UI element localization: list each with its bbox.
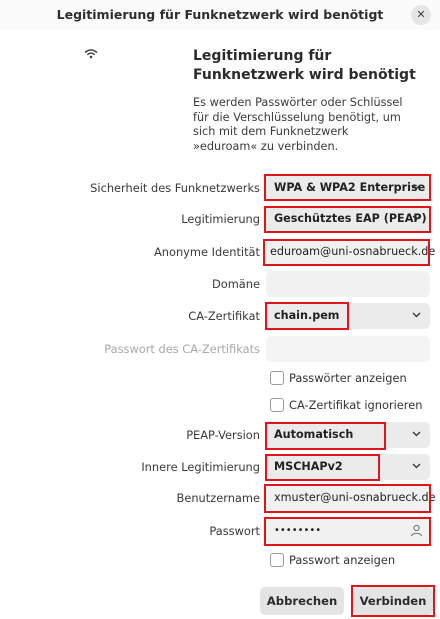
highlight-anonymous-identity bbox=[263, 239, 430, 266]
ca-password-label: Passwort des CA-Zertifikats bbox=[104, 342, 260, 356]
ca-password-input[interactable] bbox=[266, 336, 430, 362]
cancel-button[interactable]: Abbrechen bbox=[260, 587, 344, 615]
ignore-ca-checkbox[interactable] bbox=[270, 398, 284, 412]
close-icon: ✕ bbox=[416, 8, 426, 21]
chevron-down-icon bbox=[412, 463, 421, 469]
inner-auth-label: Innere Legitimierung bbox=[141, 460, 260, 474]
wifi-icon bbox=[84, 49, 98, 59]
highlight-password bbox=[264, 517, 431, 546]
highlight-username bbox=[264, 484, 431, 513]
domain-label: Domäne bbox=[211, 277, 260, 291]
auth-label: Legitimierung bbox=[181, 212, 260, 226]
show-passwords-label: Passwörter anzeigen bbox=[289, 371, 407, 385]
username-label: Benutzername bbox=[176, 491, 261, 505]
show-passwords-checkbox[interactable] bbox=[270, 371, 284, 385]
window-title: Legitimierung für Funknetzwerk wird benö… bbox=[56, 7, 384, 22]
show-password-label: Passwort anzeigen bbox=[289, 553, 396, 567]
title-bar: Legitimierung für Funknetzwerk wird benö… bbox=[0, 0, 440, 30]
highlight-peap-version bbox=[265, 422, 386, 450]
security-label: Sicherheit des Funknetzwerks bbox=[90, 181, 260, 195]
domain-input[interactable] bbox=[266, 271, 430, 297]
password-label: Passwort bbox=[209, 524, 260, 538]
highlight-connect bbox=[351, 585, 435, 617]
highlight-ca-cert bbox=[265, 302, 349, 330]
chevron-down-icon bbox=[412, 431, 421, 437]
highlight-inner-auth bbox=[265, 454, 380, 481]
ca-cert-label: CA-Zertifikat bbox=[188, 309, 260, 323]
close-button[interactable]: ✕ bbox=[411, 5, 431, 25]
chevron-down-icon bbox=[412, 312, 421, 318]
peap-version-label: PEAP-Version bbox=[186, 428, 260, 442]
dialog-description: Es werden Passwörter oder Schlüssel für … bbox=[193, 96, 403, 153]
highlight-auth bbox=[264, 206, 431, 233]
dialog-heading: Legitimierung für Funknetzwerk wird benö… bbox=[193, 48, 416, 83]
anonymous-identity-label: Anonyme Identität bbox=[153, 245, 260, 259]
ignore-ca-label: CA-Zertifikat ignorieren bbox=[289, 398, 423, 412]
highlight-security bbox=[264, 174, 431, 201]
show-password-checkbox[interactable] bbox=[270, 553, 284, 567]
